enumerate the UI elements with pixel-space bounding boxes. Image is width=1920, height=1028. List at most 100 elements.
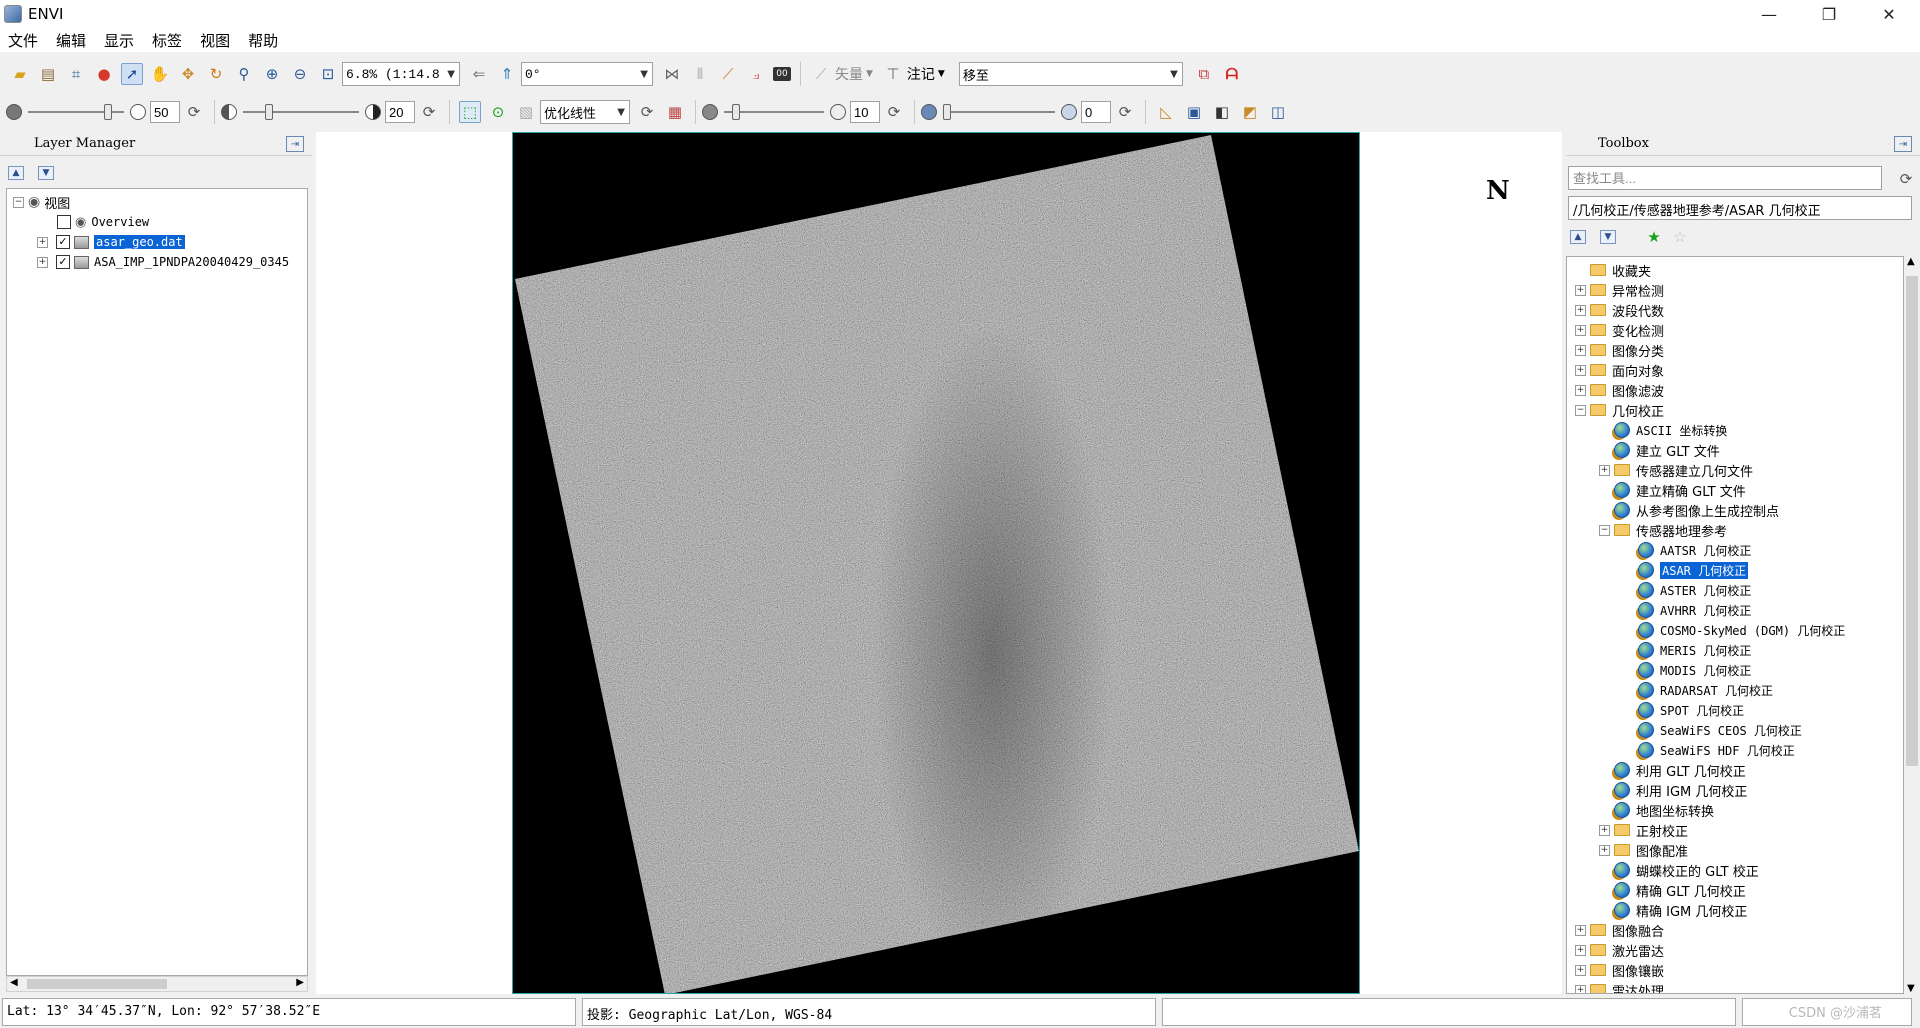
- transparency-value[interactable]: [1081, 101, 1111, 123]
- toolbox-tool[interactable]: SeaWiFS CEOS 几何校正: [1623, 721, 1802, 739]
- measure-icon[interactable]: 00: [773, 67, 791, 81]
- pan-hand-icon[interactable]: ✋: [149, 63, 171, 85]
- reset-sharpen-icon[interactable]: ⟳: [883, 101, 905, 123]
- expand-icon[interactable]: +: [1575, 284, 1586, 296]
- remove-favorite-icon[interactable]: ☆: [1669, 226, 1691, 248]
- sharpen-slider[interactable]: [724, 101, 824, 123]
- expand-icon[interactable]: +: [1575, 364, 1586, 376]
- expand-icon[interactable]: +: [1599, 464, 1610, 476]
- flicker-icon[interactable]: ◩: [1239, 101, 1261, 123]
- move-layer-up-icon[interactable]: ▲: [8, 166, 24, 180]
- toolbox-vertical-scrollbar[interactable]: ▲ ▼: [1904, 256, 1920, 994]
- toolbox-tool[interactable]: AVHRR 几何校正: [1623, 601, 1751, 619]
- toolbox-folder[interactable]: + 图像滤波: [1575, 381, 1664, 400]
- menu-edit[interactable]: 编辑: [56, 30, 86, 51]
- toolbox-tool[interactable]: SPOT 几何校正: [1623, 701, 1744, 719]
- expand-icon[interactable]: +: [1599, 824, 1610, 836]
- scroll-up-icon[interactable]: ▲: [1907, 256, 1915, 267]
- ruler-icon[interactable]: ◺: [1155, 101, 1177, 123]
- toolbox-tool[interactable]: ASCII 坐标转换: [1599, 421, 1727, 439]
- image-frame[interactable]: [512, 132, 1360, 994]
- crop-icon[interactable]: ⌗: [65, 63, 87, 85]
- expand-icon[interactable]: +: [1575, 344, 1586, 356]
- toolbox-folder[interactable]: + 雷达处理: [1575, 981, 1664, 993]
- fly-icon[interactable]: ✥: [177, 63, 199, 85]
- select-arrow-icon[interactable]: ➚: [121, 63, 143, 85]
- histogram-icon[interactable]: ▦: [664, 101, 686, 123]
- vector-menu-label[interactable]: 矢量: [835, 64, 863, 84]
- expand-icon[interactable]: +: [1575, 984, 1586, 993]
- layer-horizontal-scrollbar[interactable]: ◀ ▶: [6, 976, 308, 992]
- collapse-all-icon[interactable]: ▲: [1570, 230, 1586, 244]
- brightness-slider[interactable]: [28, 101, 124, 123]
- contrast-slider-thumb[interactable]: [265, 104, 273, 120]
- toolbox-folder[interactable]: + 图像配准: [1599, 841, 1688, 860]
- expand-icon[interactable]: +: [1575, 924, 1586, 936]
- image-icon[interactable]: ▣: [1183, 101, 1205, 123]
- layer-checkbox[interactable]: ✓: [56, 235, 70, 249]
- toolbox-tool[interactable]: 利用 IGM 几何校正: [1599, 781, 1747, 800]
- toolbox-folder[interactable]: + 激光雷达: [1575, 941, 1664, 960]
- layer-item-asar-geo[interactable]: + ✓ asar_geo.dat: [37, 233, 185, 251]
- toolbox-folder[interactable]: + 图像分类: [1575, 341, 1664, 360]
- menu-display[interactable]: 显示: [104, 30, 134, 51]
- menu-file[interactable]: 文件: [8, 30, 38, 51]
- reset-transparency-icon[interactable]: ⟳: [1114, 101, 1136, 123]
- expand-icon[interactable]: +: [1575, 384, 1586, 396]
- annotation-icon[interactable]: ⊤: [882, 63, 904, 85]
- pin-icon[interactable]: ●: [93, 63, 115, 85]
- toolbox-tool[interactable]: COSMO-SkyMed (DGM) 几何校正: [1623, 621, 1845, 639]
- link-views-icon[interactable]: ⧉: [1193, 63, 1215, 85]
- zoom-full-icon[interactable]: ⊡: [317, 63, 339, 85]
- toolbox-folder[interactable]: + 波段代数: [1575, 301, 1664, 320]
- goto-combo[interactable]: ▼: [958, 62, 1183, 86]
- sharpen-value[interactable]: [850, 101, 880, 123]
- toolbox-tool[interactable]: 精确 GLT 几何校正: [1599, 881, 1746, 900]
- stretch-combo[interactable]: 优化线性 ▼: [540, 100, 630, 124]
- toolbox-tool[interactable]: 建立 GLT 文件: [1599, 441, 1720, 460]
- contrast-slider[interactable]: [243, 101, 359, 123]
- toolbox-folder[interactable]: + 图像镶嵌: [1575, 961, 1664, 980]
- zoom-combo[interactable]: ▼: [342, 62, 460, 86]
- toolbox-folder[interactable]: − 几何校正: [1575, 401, 1664, 420]
- collapse-icon[interactable]: −: [1599, 524, 1610, 536]
- scroll-right-icon[interactable]: ▶: [296, 977, 304, 988]
- rotation-input[interactable]: [522, 64, 632, 84]
- zoom-input[interactable]: [343, 64, 439, 84]
- layer-checkbox[interactable]: ✓: [56, 255, 70, 269]
- annotation-menu-label[interactable]: 注记: [907, 64, 935, 84]
- spectral-profile-icon[interactable]: ⟋: [717, 63, 739, 85]
- clipboard-icon[interactable]: ▤: [37, 63, 59, 85]
- brightness-slider-thumb[interactable]: [104, 104, 112, 120]
- close-button[interactable]: ✕: [1860, 0, 1918, 28]
- toolbox-tool[interactable]: SeaWiFS HDF 几何校正: [1623, 741, 1795, 759]
- reset-brightness-icon[interactable]: ⟳: [183, 101, 205, 123]
- toolbox-tool[interactable]: MERIS 几何校正: [1623, 641, 1751, 659]
- toolbox-tool[interactable]: MODIS 几何校正: [1623, 661, 1751, 679]
- expand-icon[interactable]: +: [37, 256, 48, 268]
- rotate-icon[interactable]: ↻: [205, 63, 227, 85]
- toolbox-folder[interactable]: + 传感器建立几何文件: [1599, 461, 1753, 480]
- collapse-icon[interactable]: −: [1575, 404, 1586, 416]
- transparency-slider[interactable]: [943, 101, 1055, 123]
- zoom-out-icon[interactable]: ⊖: [289, 63, 311, 85]
- toolbox-folder[interactable]: 收藏夹: [1575, 261, 1651, 280]
- move-layer-down-icon[interactable]: ▼: [38, 166, 54, 180]
- expand-icon[interactable]: +: [1575, 964, 1586, 976]
- collapse-icon[interactable]: −: [13, 196, 24, 208]
- goto-input[interactable]: [959, 64, 1160, 84]
- open-icon[interactable]: ▰: [9, 63, 31, 85]
- expand-all-icon[interactable]: ▼: [1600, 230, 1616, 244]
- toolbox-tool[interactable]: ASTER 几何校正: [1623, 581, 1751, 599]
- expand-icon[interactable]: +: [1599, 844, 1610, 856]
- toolbox-tool[interactable]: RADARSAT 几何校正: [1623, 681, 1773, 699]
- scroll-thumb[interactable]: [1906, 276, 1918, 766]
- toolbox-tool[interactable]: 利用 GLT 几何校正: [1599, 761, 1746, 780]
- reset-stretch-icon[interactable]: ⟳: [636, 101, 658, 123]
- stretch-view-icon[interactable]: ⊙: [487, 101, 509, 123]
- reset-contrast-icon[interactable]: ⟳: [418, 101, 440, 123]
- portal-icon[interactable]: ◫: [1267, 101, 1289, 123]
- expand-icon[interactable]: +: [1575, 944, 1586, 956]
- bars-icon[interactable]: ⦀: [689, 63, 711, 85]
- toolbox-tool[interactable]: ASAR 几何校正: [1623, 561, 1749, 579]
